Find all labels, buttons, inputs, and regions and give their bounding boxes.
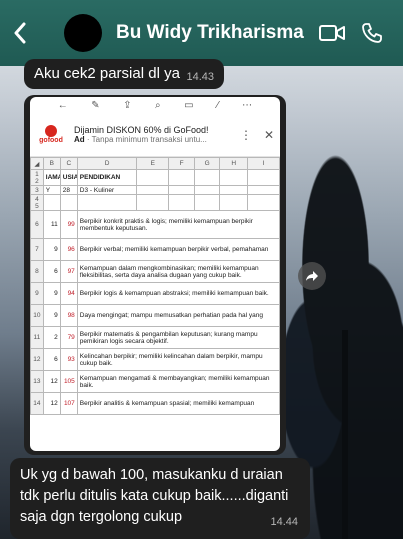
image-toolbar: ← ✎ ⇪ ⌕ ▭ ⁄ ⋯: [30, 97, 280, 113]
column-header: E: [136, 157, 170, 170]
table-row: 7 9 96 Berpikir verbal; memiliki kemampu…: [30, 238, 280, 261]
wallpaper-trunk: [342, 330, 348, 539]
table-row: 9 9 94 Berpikir logis & kemampuan abstra…: [30, 282, 280, 305]
table-row: 10 9 98 Daya mengingat; mampu memusatkan…: [30, 304, 280, 327]
message-text: Uk yg d bawah 100, masukanku d uraian td…: [20, 467, 289, 525]
back-chevron-icon[interactable]: [0, 0, 40, 66]
table-row: 12 6 93 Kelincahan berpikir; memiliki ke…: [30, 348, 280, 371]
message-time: 14.43: [186, 71, 214, 83]
ad-label: Ad: [74, 135, 85, 144]
phone-icon[interactable]: [352, 0, 392, 66]
message-bubble-incoming[interactable]: Uk yg d bawah 100, masukanku d uraian td…: [10, 458, 310, 539]
pen-icon: ✎: [91, 99, 100, 111]
back-arrow-icon: ←: [57, 99, 68, 111]
column-header: D: [76, 157, 138, 170]
message-text: Aku cek2 parsial dl ya: [34, 65, 180, 82]
table-row: 14 12 107 Berpikir analitis & kemampuan …: [30, 392, 280, 415]
table-row: 13 12 105 Kemampuan mengamati & membayan…: [30, 370, 280, 393]
message-time: 14.44: [270, 516, 298, 528]
column-header: F: [168, 157, 195, 170]
gofood-logo-text: gofood: [39, 137, 63, 144]
column-headers: ◢ B C D E F G H I: [30, 157, 280, 170]
more-vert-icon: ⋮: [239, 127, 252, 142]
table-row: 6 11 99 Berpikir konkrit praktis & logis…: [30, 210, 280, 239]
ad-title: Dijamin DISKON 60% di GoFood!: [74, 125, 209, 135]
forward-icon[interactable]: [298, 262, 326, 290]
chat-header: Bu Widy Trikharisma: [0, 0, 403, 66]
column-header: C: [59, 157, 78, 170]
contact-name[interactable]: Bu Widy Trikharisma: [116, 22, 312, 44]
table-row: 8 6 97 Kemampuan dalam mengkombinasikan;…: [30, 260, 280, 283]
more-icon: ⋯: [242, 99, 253, 111]
image-message[interactable]: ← ✎ ⇪ ⌕ ▭ ⁄ ⋯ gofood Dijamin DISKON 60% …: [24, 95, 286, 455]
close-icon: ✕: [263, 127, 275, 142]
screenshot-image[interactable]: ← ✎ ⇪ ⌕ ▭ ⁄ ⋯ gofood Dijamin DISKON 60% …: [30, 97, 280, 451]
table-row: 45: [30, 194, 280, 211]
table-row: 11 2 79 Berpikir matematis & pengambilan…: [30, 326, 280, 349]
gofood-logo: gofood: [36, 125, 66, 144]
video-call-icon[interactable]: [312, 0, 352, 66]
search-icon: ⌕: [154, 99, 161, 111]
spreadsheet-table: ◢ B C D E F G H I 12 IAMA USIA PENDIDIKA…: [30, 157, 280, 415]
column-header: H: [219, 157, 249, 170]
column-header: B: [42, 157, 61, 170]
gofood-logo-mark: [45, 125, 57, 137]
avatar[interactable]: [64, 14, 102, 52]
edit-icon: ⁄: [217, 99, 219, 111]
ad-banner: gofood Dijamin DISKON 60% di GoFood! Ad …: [30, 113, 280, 157]
share-icon: ⇪: [123, 99, 132, 111]
doc-icon: ▭: [184, 99, 194, 111]
column-header: I: [247, 157, 280, 170]
table-row: 3 Y 28 D3 - Kuliner: [30, 185, 280, 195]
ad-subtitle-text: · Tanpa minimum transaksi untu...: [86, 135, 207, 144]
column-header: G: [193, 157, 221, 170]
message-bubble-incoming[interactable]: Aku cek2 parsial dl ya 14.43: [24, 59, 224, 89]
ad-subtitle: Ad · Tanpa minimum transaksi untu...: [74, 135, 234, 144]
table-row: 12 IAMA USIA PENDIDIKAN: [30, 169, 280, 186]
